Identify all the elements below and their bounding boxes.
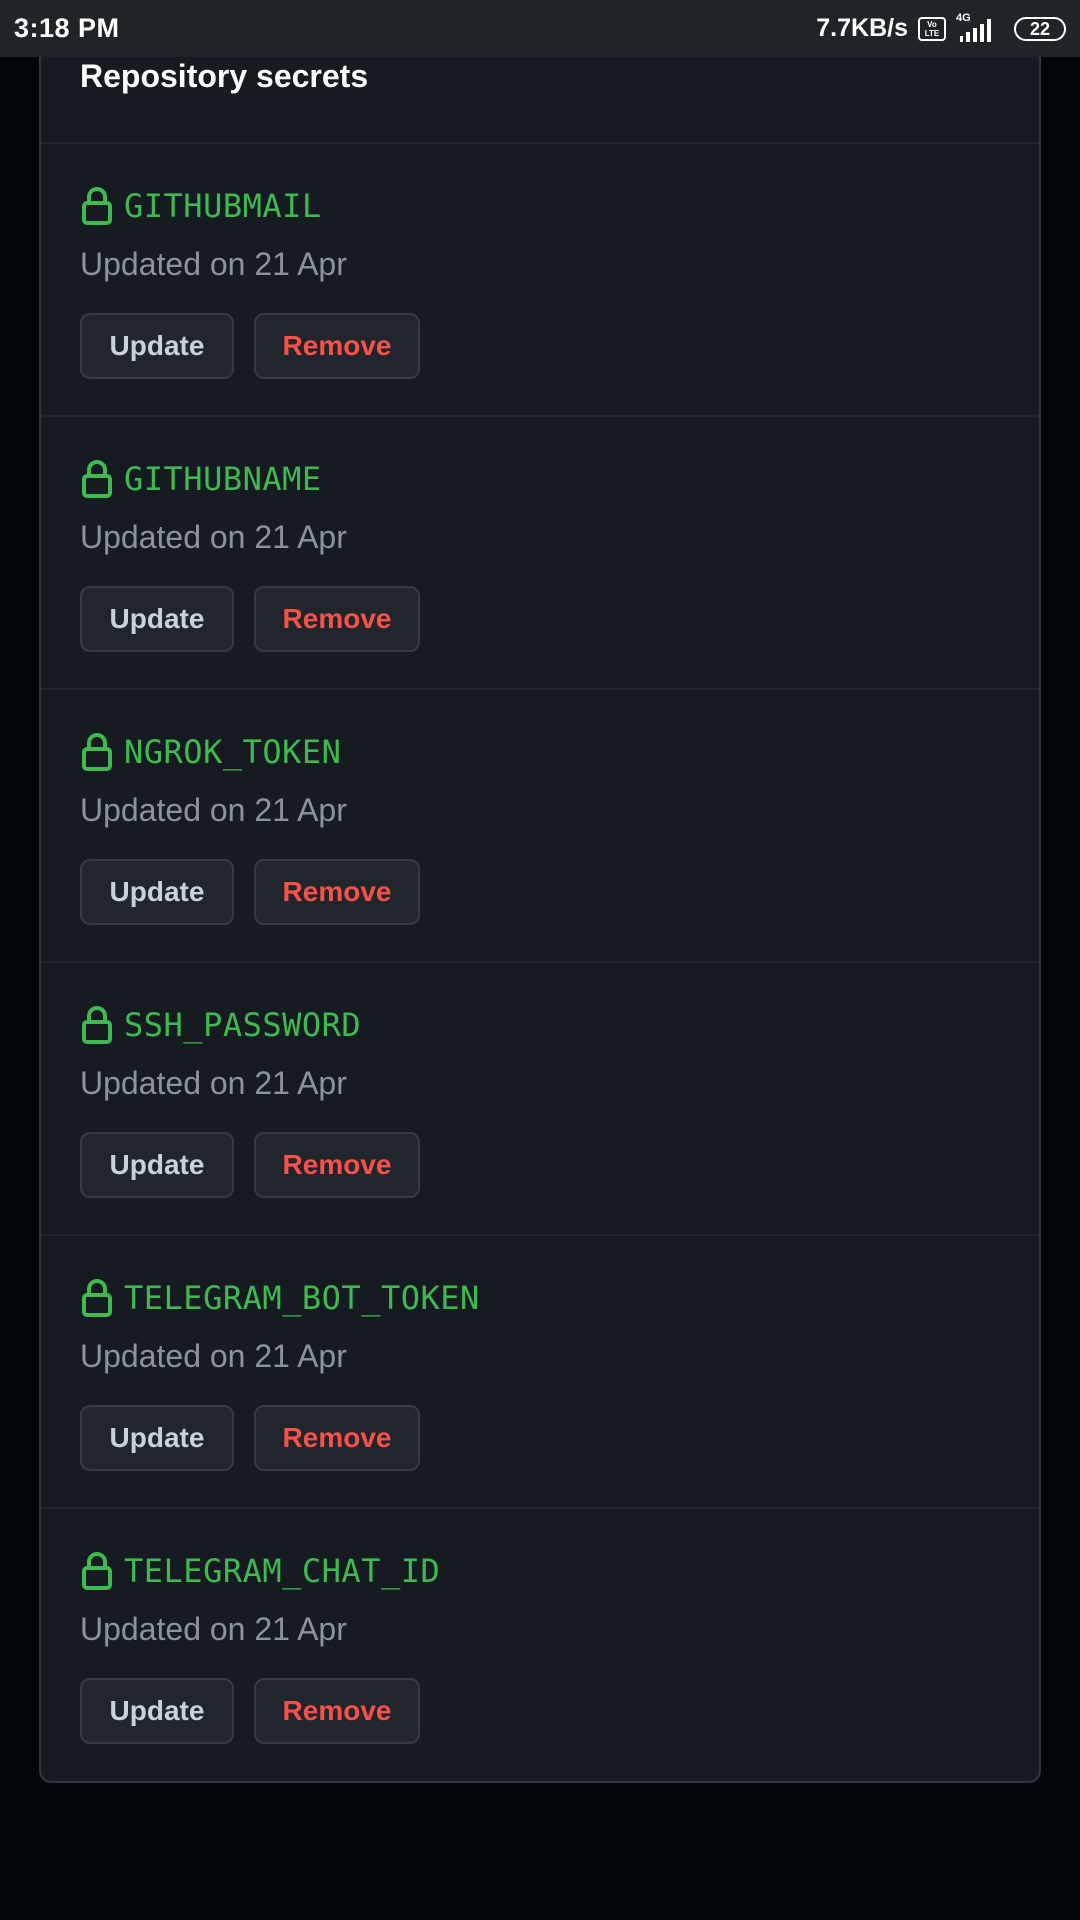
lock-icon [82,733,112,771]
secret-name: GITHUBMAIL [124,187,322,225]
secret-item: TELEGRAM_BOT_TOKEN Updated on 21 Apr Upd… [41,1236,1039,1509]
remove-button[interactable]: Remove [254,859,420,925]
secret-updated-date: Updated on 21 Apr [80,1611,347,1647]
lock-icon [82,187,112,225]
remove-button[interactable]: Remove [254,1678,420,1744]
secret-name: TELEGRAM_BOT_TOKEN [124,1279,480,1317]
update-button[interactable]: Update [80,859,234,925]
secret-updated-date: Updated on 21 Apr [80,246,347,282]
update-button[interactable]: Update [80,1678,234,1744]
secret-name: GITHUBNAME [124,460,322,498]
secret-name-row: NGROK_TOKEN [80,732,341,772]
update-button[interactable]: Update [80,586,234,652]
update-button[interactable]: Update [80,1405,234,1471]
lock-icon [82,1006,112,1044]
card-header: Repository secrets [41,57,1039,144]
remove-button[interactable]: Remove [254,1132,420,1198]
secret-name-row: GITHUBNAME [80,459,322,499]
secret-name: NGROK_TOKEN [124,733,342,771]
secret-updated-date: Updated on 21 Apr [80,1338,347,1374]
secret-updated-date: Updated on 21 Apr [80,1065,347,1101]
status-bar: 3:18 PM 7.7KB/s Vo LTE 4G 22 [0,0,1080,57]
secret-name-row: GITHUBMAIL [80,186,322,226]
lock-icon [82,1552,112,1590]
volte-icon: Vo LTE [918,16,946,41]
network-type: 4G [956,11,971,24]
status-icons: 7.7KB/s Vo LTE 4G 22 [816,11,1066,44]
secret-updated-date: Updated on 21 Apr [80,792,347,828]
secret-item: GITHUBNAME Updated on 21 Apr Update Remo… [41,417,1039,690]
remove-button[interactable]: Remove [254,313,420,379]
signal-icon: 4G [952,11,1002,44]
secret-item: SSH_PASSWORD Updated on 21 Apr Update Re… [41,963,1039,1236]
secret-item: NGROK_TOKEN Updated on 21 Apr Update Rem… [41,690,1039,963]
update-button[interactable]: Update [80,1132,234,1198]
secret-name: SSH_PASSWORD [124,1006,362,1044]
lock-icon [82,1279,112,1317]
card-title: Repository secrets [80,58,369,94]
remove-button[interactable]: Remove [254,586,420,652]
status-time: 3:18 PM [14,13,120,43]
secret-name-row: TELEGRAM_CHAT_ID [80,1551,440,1591]
remove-button[interactable]: Remove [254,1405,420,1471]
network-speed: 7.7KB/s [816,14,908,42]
lock-icon [82,460,112,498]
battery-icon: 22 [1014,16,1066,41]
secret-name-row: TELEGRAM_BOT_TOKEN [80,1278,480,1318]
update-button[interactable]: Update [80,313,234,379]
secrets-card: Repository secrets GITHUBMAIL Updated on… [39,0,1041,1783]
secret-item: GITHUBMAIL Updated on 21 Apr Update Remo… [41,144,1039,417]
secret-name-row: SSH_PASSWORD [80,1005,361,1045]
secret-item: TELEGRAM_CHAT_ID Updated on 21 Apr Updat… [41,1509,1039,1782]
secret-name: TELEGRAM_CHAT_ID [124,1552,441,1590]
secret-updated-date: Updated on 21 Apr [80,519,347,555]
